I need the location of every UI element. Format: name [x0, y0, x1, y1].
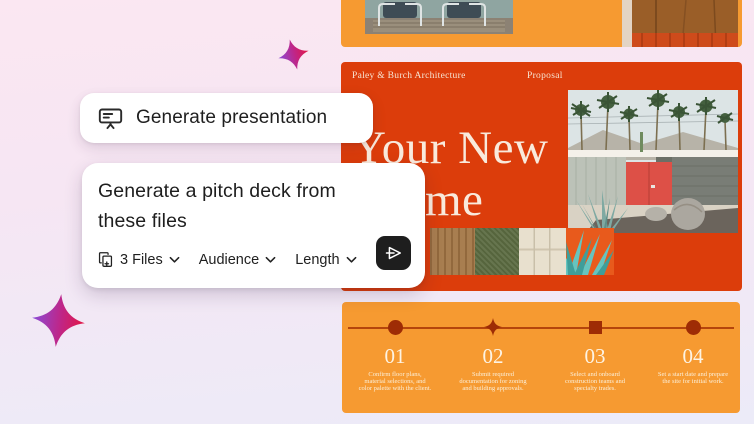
step-number: 01 [355, 345, 435, 367]
presentation-board-icon [97, 105, 124, 132]
chrome-chairs-photo [365, 0, 513, 34]
length-dropdown[interactable]: Length [295, 252, 356, 268]
audience-dropdown[interactable]: Audience [199, 252, 276, 268]
slide-preview-top [341, 0, 742, 47]
send-icon [384, 243, 404, 263]
slide-proposal-text: Proposal [527, 71, 563, 81]
step-text: Select and onboard construction teams an… [557, 371, 633, 393]
sparkle-star-icon [275, 36, 313, 74]
length-label: Length [295, 252, 339, 268]
timeline-marker-circle [388, 320, 403, 335]
agave-closeup-photo [566, 228, 614, 275]
add-files-icon [97, 251, 114, 268]
cream-panel-swatch [519, 228, 566, 275]
audience-label: Audience [199, 252, 259, 268]
slide-brand-text: Paley & Burch Architecture [352, 71, 466, 81]
timeline-marker-circle [686, 320, 701, 335]
step-text: Submit required documentation for zoning… [455, 371, 531, 393]
step-number: 04 [653, 345, 733, 367]
step-number: 02 [453, 345, 533, 367]
green-fabric-swatch [475, 228, 519, 275]
timeline-step-1: 01 Confirm floor plans, material selecti… [355, 314, 435, 393]
wood-panel-sofa-photo [622, 0, 738, 47]
timeline-step-2: 02 Submit required documentation for zon… [453, 314, 533, 393]
palm-springs-house-photo [568, 90, 738, 233]
prompt-input-text[interactable]: Generate a pitch deck from these files [98, 176, 409, 236]
generate-presentation-button[interactable]: Generate presentation [80, 93, 373, 143]
slide-preview-timeline: 01 Confirm floor plans, material selecti… [342, 302, 740, 413]
prompt-card: Generate a pitch deck from these files 3… [82, 163, 425, 288]
chip-label: Generate presentation [136, 107, 327, 129]
timeline-step-4: 04 Set a start date and prepare the site… [653, 314, 733, 385]
page-background: Paley & Burch Architecture Proposal Your… [0, 0, 754, 424]
chevron-down-icon [265, 256, 276, 264]
step-text: Confirm floor plans, material selections… [357, 371, 433, 393]
files-dropdown[interactable]: 3 Files [97, 251, 180, 268]
timeline-marker-four-point-star [484, 318, 502, 336]
step-number: 03 [555, 345, 635, 367]
timeline-step-3: 03 Select and onboard construction teams… [555, 314, 635, 393]
chevron-down-icon [346, 256, 357, 264]
files-label: 3 Files [120, 252, 163, 268]
chevron-down-icon [169, 256, 180, 264]
send-button[interactable] [376, 236, 411, 270]
step-text: Set a start date and prepare the site fo… [655, 371, 731, 385]
timeline-marker-square [589, 321, 602, 334]
wood-material-swatch [430, 228, 475, 275]
sparkle-star-icon [29, 291, 87, 349]
